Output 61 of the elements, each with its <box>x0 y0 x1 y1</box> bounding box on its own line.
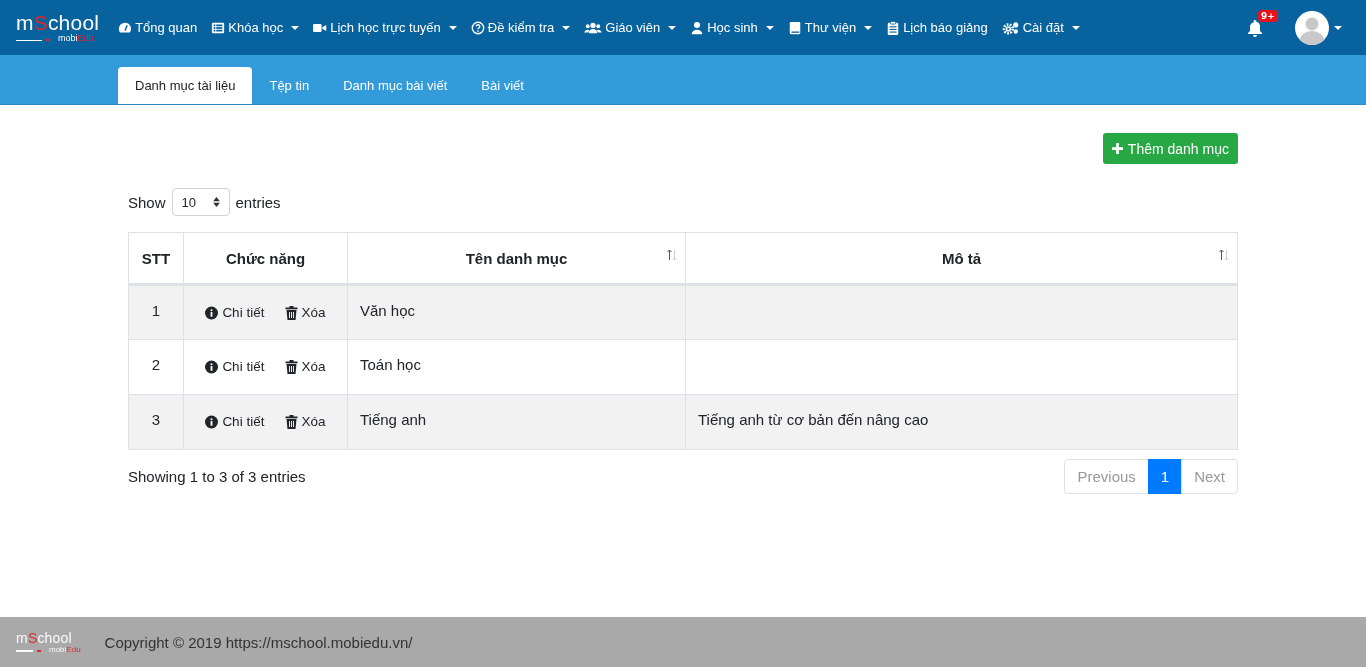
caret-icon <box>562 25 571 30</box>
table-cell: Toán học <box>347 339 686 395</box>
user-icon <box>690 20 705 35</box>
users-icon <box>584 20 603 35</box>
table-info: Showing 1 to 3 of 3 entries <box>128 468 306 485</box>
caret-icon <box>668 25 677 30</box>
caret-icon <box>864 25 873 30</box>
nav-menu-item[interactable]: Thư viện <box>780 20 880 35</box>
nav-menu-item[interactable]: Tổng quan <box>111 20 205 35</box>
entries-label: entries <box>235 193 281 211</box>
table-cell: Tiếng anh <box>347 394 686 450</box>
plus-icon <box>1111 143 1123 154</box>
mschool-logo: mSchool mobiEdu <box>16 630 81 654</box>
delete-link[interactable]: Xóa <box>284 359 326 374</box>
info-icon <box>205 305 219 320</box>
info-icon <box>205 359 219 374</box>
user-menu-button[interactable] <box>1295 10 1342 45</box>
sort-icon <box>1219 249 1229 261</box>
book-icon <box>787 20 802 35</box>
question-circle-icon <box>470 20 485 35</box>
table-cell: 1 <box>128 284 184 340</box>
delete-link[interactable]: Xóa <box>284 305 326 320</box>
entries-select[interactable]: 10 <box>171 188 230 216</box>
gears-icon <box>1001 20 1020 35</box>
mschool-logo: mSchool mobiEdu <box>16 12 100 43</box>
pagination-button[interactable]: 1 <box>1147 459 1183 494</box>
detail-link[interactable]: Chi tiết <box>205 359 265 374</box>
avatar-icon <box>1295 10 1329 45</box>
sort-icon <box>667 249 677 261</box>
notification-badge: 9+ <box>1258 9 1278 22</box>
caret-icon <box>448 25 457 30</box>
nav-menu-item[interactable]: Lịch báo giảng <box>879 20 995 35</box>
show-label: Show <box>128 193 166 211</box>
nav-menu-item[interactable]: Đề kiểm tra <box>463 20 578 35</box>
nav-menu-item[interactable]: Cài đặt <box>994 20 1087 35</box>
caret-icon <box>291 25 300 30</box>
caret-icon <box>1334 25 1342 30</box>
table-cell: Văn học <box>347 284 686 340</box>
trash-icon <box>284 305 298 320</box>
table-cell: 3 <box>128 394 184 450</box>
sort-arrows-icon <box>212 197 220 207</box>
list-icon <box>211 20 226 35</box>
nav-menu-item[interactable]: Khóa học <box>204 20 307 35</box>
caret-icon <box>765 25 774 30</box>
detail-link[interactable]: Chi tiết <box>205 414 265 429</box>
nav-menu-item[interactable]: Giáo viên <box>577 20 684 35</box>
bell-icon[interactable] <box>1247 18 1263 37</box>
tab[interactable]: Danh mục tài liệu <box>118 67 253 104</box>
delete-link[interactable]: Xóa <box>284 414 326 429</box>
gauge-icon <box>118 20 133 35</box>
copyright-text: Copyright © 2019 https://mschool.mobiedu.vn/ <box>104 633 413 651</box>
nav-menu-item[interactable]: Lịch học trực tuyến <box>306 20 464 35</box>
clipboard-icon <box>886 20 901 35</box>
detail-link[interactable]: Chi tiết <box>205 305 265 320</box>
table-cell: 2 <box>128 339 184 395</box>
trash-icon <box>284 359 298 374</box>
table-cell: Tiếng anh từ cơ bản đến nâng cao <box>685 394 1238 450</box>
caret-icon <box>1071 25 1080 30</box>
info-icon <box>205 414 219 429</box>
nav-menu-item[interactable]: Học sinh <box>683 20 781 35</box>
trash-icon <box>284 414 298 429</box>
